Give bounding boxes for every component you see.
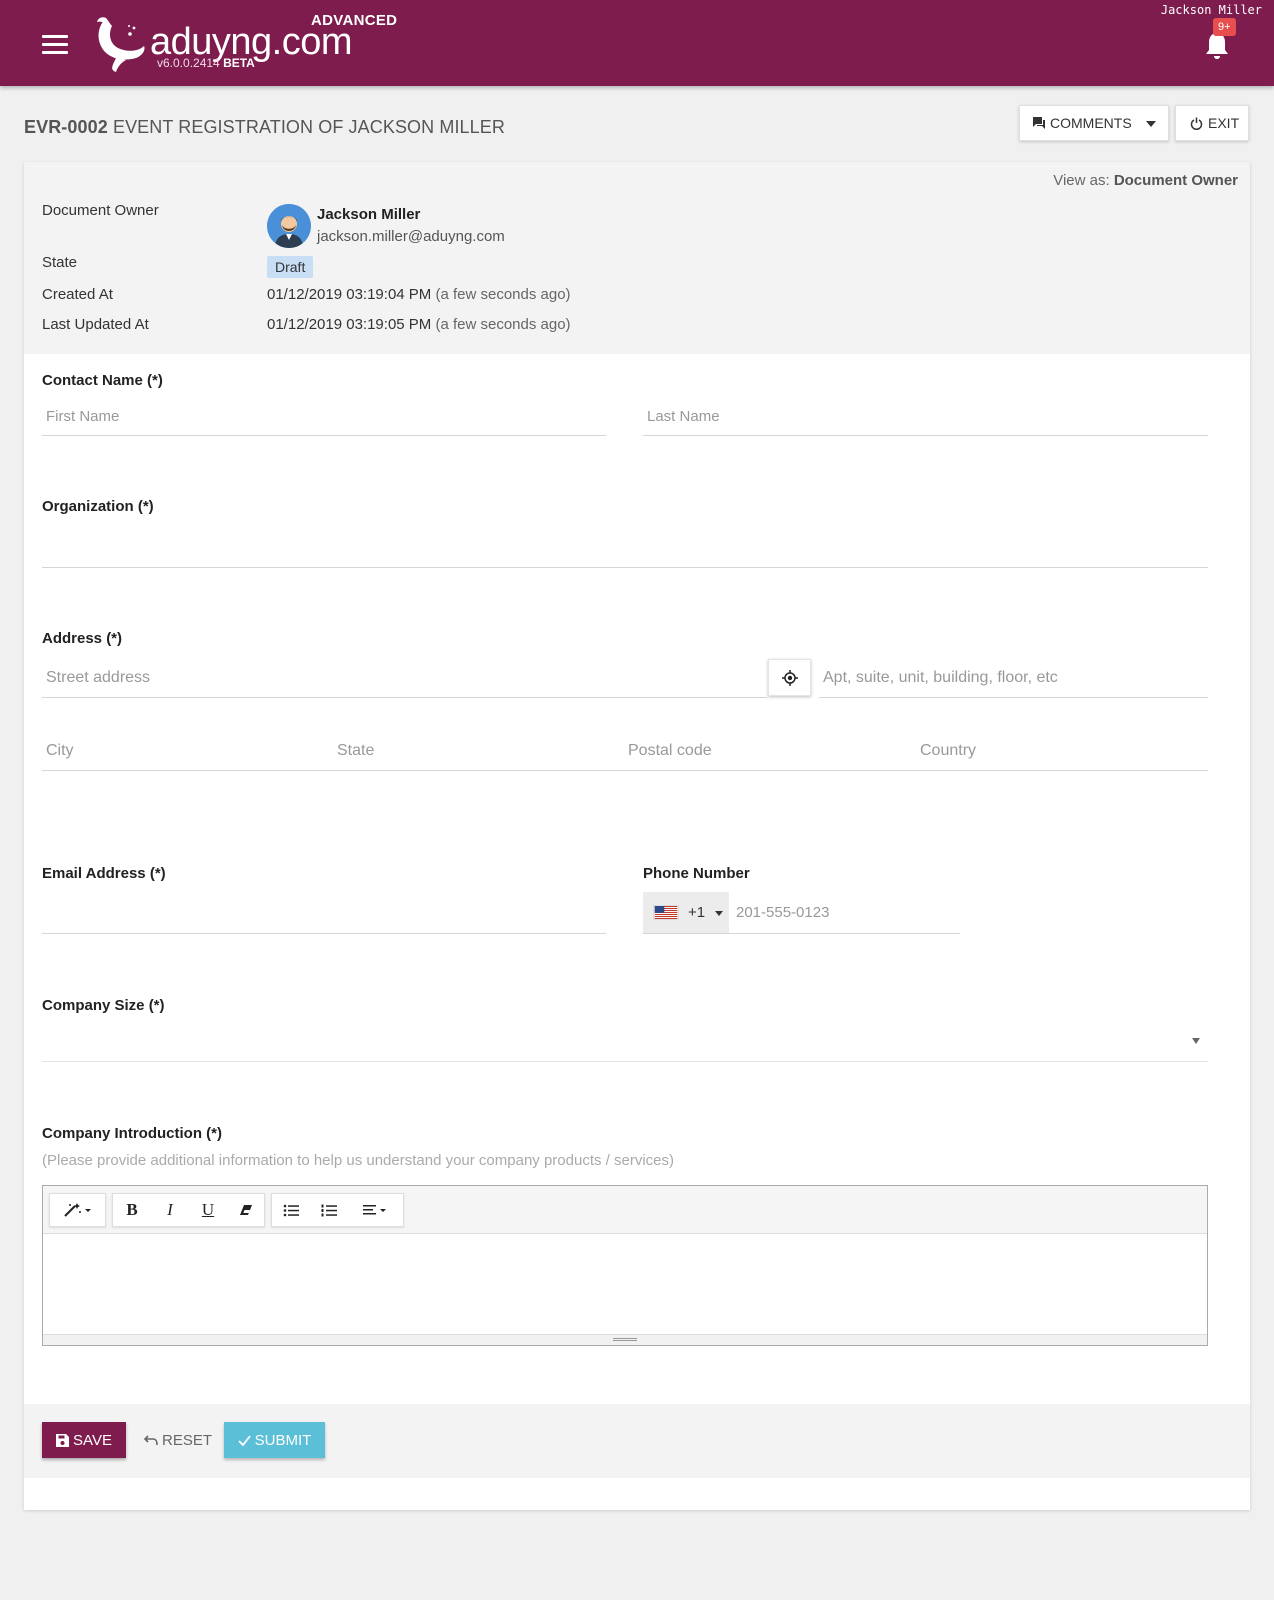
dial-code: +1	[688, 904, 706, 921]
contact-name-label: Contact Name (*)	[42, 372, 163, 389]
company-size-select[interactable]	[42, 1022, 1208, 1062]
format-group: B I U	[112, 1193, 265, 1227]
bold-icon[interactable]: B	[113, 1194, 151, 1226]
document-id: EVR-0002	[24, 117, 108, 137]
page-title: EVR-0002 EVENT REGISTRATION OF JACKSON M…	[24, 117, 505, 138]
document-title: EVENT REGISTRATION OF JACKSON MILLER	[112, 117, 505, 137]
unordered-list-icon[interactable]	[272, 1194, 310, 1226]
notification-badge: 9+	[1213, 18, 1236, 36]
street-address-input[interactable]	[42, 658, 767, 698]
created-at-date: 01/12/2019 03:19:04 PM	[267, 286, 432, 303]
company-intro-hint: (Please provide additional information t…	[42, 1152, 675, 1169]
last-name-input[interactable]	[643, 398, 1208, 436]
phone-input[interactable]	[729, 892, 960, 933]
submit-button[interactable]: SUBMIT	[224, 1422, 325, 1458]
view-as-value: Document Owner	[1113, 172, 1238, 189]
updated-at-date: 01/12/2019 03:19:05 PM	[267, 316, 432, 333]
exit-button[interactable]: EXIT	[1175, 105, 1249, 141]
owner-email: jackson.miller@aduyng.com	[317, 228, 505, 245]
chevron-down-icon	[1192, 1038, 1200, 1044]
save-icon	[56, 1433, 70, 1447]
reset-label: RESET	[161, 1431, 212, 1449]
editor-resize-handle[interactable]	[43, 1334, 1207, 1345]
avatar	[267, 204, 311, 248]
paragraph-group	[271, 1193, 404, 1227]
channel-label: BETA	[223, 56, 255, 70]
created-at-label: Created At	[42, 286, 113, 303]
apt-suite-input[interactable]	[819, 658, 1208, 698]
reset-button[interactable]: RESET	[142, 1422, 214, 1458]
current-user-name[interactable]: Jackson Miller	[1161, 3, 1262, 17]
status-badge: Draft	[267, 256, 314, 278]
rich-text-editor: B I U	[42, 1185, 1208, 1346]
menu-icon[interactable]	[42, 35, 68, 55]
company-intro-label: Company Introduction (*)	[42, 1125, 222, 1142]
underline-icon[interactable]: U	[189, 1194, 227, 1226]
phone-field: +1	[643, 892, 960, 934]
version-number: v6.0.0.2414	[157, 56, 220, 70]
address-label: Address (*)	[42, 630, 123, 647]
organization-input[interactable]	[42, 528, 1208, 568]
editor-content[interactable]	[43, 1234, 1207, 1334]
postal-code-input[interactable]	[624, 731, 916, 771]
city-input[interactable]	[42, 731, 333, 771]
style-group	[49, 1193, 106, 1227]
us-flag-icon	[653, 905, 679, 920]
magic-icon[interactable]	[50, 1194, 105, 1226]
save-label: SAVE	[73, 1431, 112, 1449]
comments-icon	[1033, 117, 1045, 129]
view-as-label: View as:	[1053, 172, 1110, 189]
updated-at-value: 01/12/2019 03:19:05 PM (a few seconds ag…	[267, 316, 571, 333]
state-input[interactable]	[333, 731, 624, 771]
power-icon	[1190, 117, 1203, 130]
chevron-down-icon[interactable]	[1146, 121, 1156, 127]
view-as: View as: Document Owner	[1053, 172, 1238, 189]
created-at-relative: (a few seconds ago)	[435, 286, 571, 303]
check-icon	[238, 1434, 251, 1446]
user-avatar-icon	[267, 204, 311, 248]
updated-at-label: Last Updated At	[42, 316, 149, 333]
ordered-list-icon[interactable]	[310, 1194, 348, 1226]
email-label: Email Address (*)	[42, 865, 166, 882]
document-card: View as: Document Owner Document Owner J…	[24, 162, 1250, 1510]
locate-button[interactable]	[768, 659, 811, 696]
first-name-input[interactable]	[42, 398, 606, 436]
save-button[interactable]: SAVE	[42, 1422, 126, 1458]
eraser-icon[interactable]	[227, 1194, 264, 1226]
crosshair-icon	[781, 669, 798, 686]
owner-label: Document Owner	[42, 202, 159, 219]
country-code-select[interactable]: +1	[643, 892, 729, 933]
updated-at-relative: (a few seconds ago)	[435, 316, 571, 333]
italic-icon[interactable]: I	[151, 1194, 189, 1226]
version-label: v6.0.0.2414 BETA	[157, 56, 255, 70]
top-app-bar: aduyng.com ADVANCED v6.0.0.2414 BETA Jac…	[0, 0, 1274, 86]
editor-toolbar: B I U	[43, 1186, 1207, 1234]
state-label: State	[42, 254, 78, 271]
submit-label: SUBMIT	[254, 1431, 312, 1449]
chevron-down-icon	[715, 911, 723, 916]
email-input[interactable]	[42, 894, 606, 934]
document-meta-panel: View as: Document Owner Document Owner J…	[24, 162, 1250, 354]
phone-label: Phone Number	[643, 865, 750, 882]
organization-label: Organization (*)	[42, 498, 154, 515]
created-at-value: 01/12/2019 03:19:04 PM (a few seconds ag…	[267, 286, 571, 303]
align-icon[interactable]	[348, 1194, 403, 1226]
edition-label: ADVANCED	[311, 12, 398, 29]
exit-label: EXIT	[1208, 115, 1240, 131]
comments-button[interactable]: COMMENTS	[1019, 105, 1169, 141]
undo-icon	[143, 1434, 158, 1445]
comments-label: COMMENTS	[1050, 115, 1132, 131]
whale-logo-icon	[97, 17, 145, 72]
form-actions: SAVE RESET SUBMIT	[24, 1404, 1250, 1478]
country-input[interactable]	[916, 731, 1208, 771]
company-size-label: Company Size (*)	[42, 997, 165, 1014]
owner-name: Jackson Miller	[317, 206, 421, 223]
